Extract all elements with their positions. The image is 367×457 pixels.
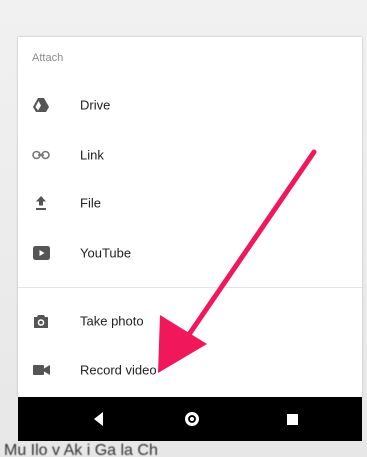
- navigation-bar: [18, 397, 362, 441]
- menu-item-label: Take photo: [80, 313, 144, 329]
- menu-item-link[interactable]: Link: [18, 135, 362, 175]
- home-button[interactable]: [170, 397, 214, 441]
- menu-item-label: Link: [80, 147, 104, 163]
- recents-icon: [286, 413, 298, 425]
- menu-item-file[interactable]: File: [18, 183, 362, 223]
- recents-button[interactable]: [270, 397, 314, 441]
- menu-item-label: Record video: [80, 362, 157, 378]
- drive-icon: [32, 96, 50, 114]
- link-icon: [32, 146, 50, 164]
- menu-item-youtube[interactable]: YouTube: [18, 233, 362, 273]
- camera-icon: [32, 312, 50, 330]
- section-divider: [18, 287, 362, 288]
- menu-item-take-photo[interactable]: Take photo: [18, 301, 362, 341]
- attach-sheet: Attach Drive Link File YouTube Take phot…: [18, 37, 362, 397]
- menu-item-drive[interactable]: Drive: [18, 85, 362, 125]
- video-camera-icon: [32, 361, 50, 379]
- menu-item-label: Drive: [80, 97, 111, 113]
- home-icon: [185, 412, 199, 426]
- cropped-caption: Mu Ilo v Ak i Ga la Ch: [4, 442, 158, 457]
- menu-item-label: YouTube: [80, 245, 132, 261]
- menu-item-label: File: [80, 195, 101, 211]
- sheet-title: Attach: [32, 52, 64, 64]
- back-button[interactable]: [76, 397, 120, 441]
- back-icon: [93, 412, 103, 426]
- youtube-icon: [32, 244, 50, 262]
- menu-item-record-video[interactable]: Record video: [18, 350, 362, 390]
- upload-icon: [32, 194, 50, 212]
